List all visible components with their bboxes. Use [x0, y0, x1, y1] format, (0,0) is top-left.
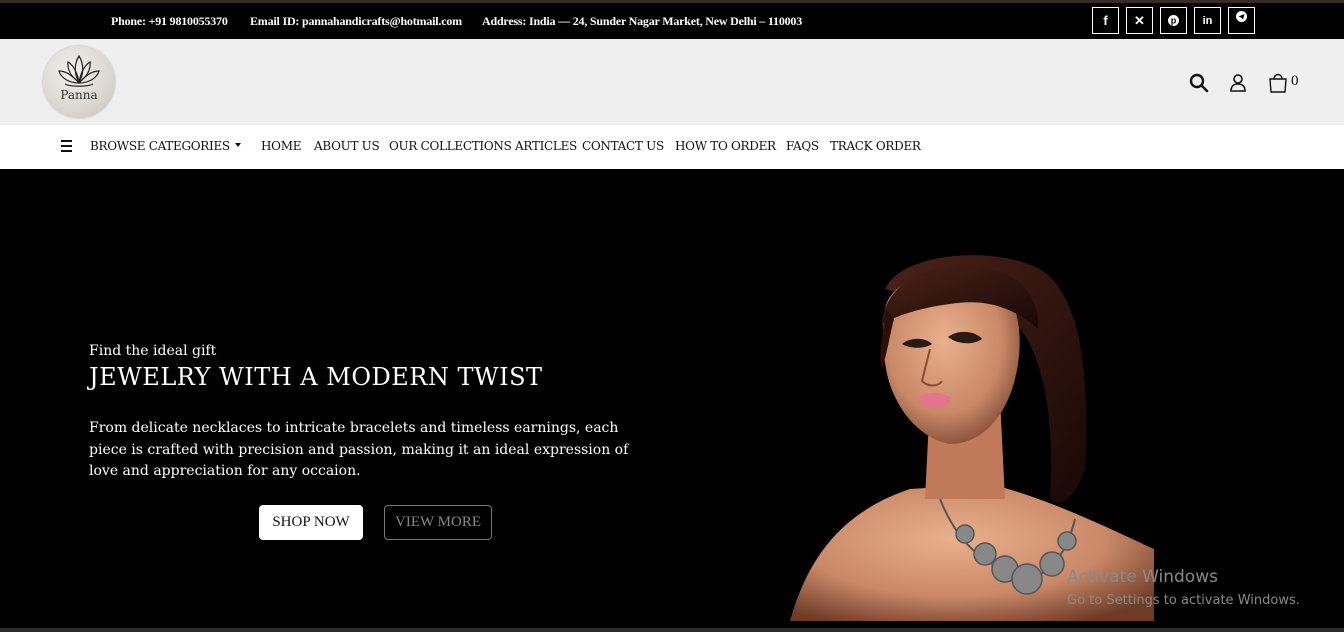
site-header: Panna 0: [0, 39, 1344, 125]
site-logo[interactable]: Panna: [43, 46, 115, 118]
browse-categories-dropdown[interactable]: BROWSE CATEGORIES: [90, 139, 241, 153]
hero-tagline: Find the ideal gift: [89, 343, 217, 359]
nav-how-to-order[interactable]: HOW TO ORDER: [675, 139, 776, 153]
linkedin-icon[interactable]: in: [1194, 7, 1221, 34]
telegram-icon[interactable]: [1228, 7, 1255, 34]
facebook-icon[interactable]: f: [1092, 7, 1119, 34]
activate-windows-title: Activate Windows: [1067, 567, 1218, 587]
cart-icon[interactable]: [1268, 71, 1288, 97]
search-icon[interactable]: [1189, 73, 1209, 97]
svg-text:p: p: [1171, 16, 1177, 26]
nav-track-order[interactable]: TRACK ORDER: [830, 139, 921, 153]
nav-contact-us[interactable]: CONTACT US: [582, 139, 664, 153]
x-twitter-icon[interactable]: ✕: [1126, 7, 1153, 34]
logo-text: Panna: [60, 88, 98, 102]
model-portrait-image: [790, 255, 1154, 621]
nav-articles[interactable]: ARTICLES: [515, 139, 577, 153]
cart-count: 0: [1291, 73, 1299, 89]
hero-description: From delicate necklaces to intricate bra…: [89, 420, 629, 479]
activate-windows-subtitle: Go to Settings to activate Windows.: [1067, 593, 1300, 608]
top-info-bar: Phone: +91 9810055370 Email ID: pannahan…: [0, 0, 1344, 39]
phone-info: Phone: +91 9810055370: [111, 14, 228, 28]
shop-now-button[interactable]: SHOP NOW: [259, 505, 363, 540]
nav-home[interactable]: HOME: [261, 139, 301, 153]
view-more-button[interactable]: VIEW MORE: [384, 505, 492, 540]
caret-down-icon: [234, 143, 241, 147]
pinterest-icon[interactable]: p: [1160, 7, 1187, 34]
address-info: Address: India — 24, Sunder Nagar Market…: [482, 14, 803, 28]
nav-our-collections[interactable]: OUR COLLECTIONS: [389, 139, 512, 153]
hero-headline: JEWELRY WITH A MODERN TWIST: [89, 363, 543, 391]
nav-about-us[interactable]: ABOUT US: [314, 139, 380, 153]
user-icon[interactable]: [1229, 73, 1247, 97]
lotus-icon: [58, 54, 100, 87]
nav-faqs[interactable]: FAQS: [786, 139, 819, 153]
email-info[interactable]: Email ID: pannahandicrafts@hotmail.com: [250, 14, 462, 29]
browse-categories-label: BROWSE CATEGORIES: [90, 139, 230, 153]
main-nav: BROWSE CATEGORIES HOME ABOUT US OUR COLL…: [0, 125, 1344, 169]
hero-banner: Find the ideal gift JEWELRY WITH A MODER…: [0, 169, 1344, 629]
bottom-divider: [0, 628, 1344, 632]
menu-icon[interactable]: [61, 140, 72, 152]
